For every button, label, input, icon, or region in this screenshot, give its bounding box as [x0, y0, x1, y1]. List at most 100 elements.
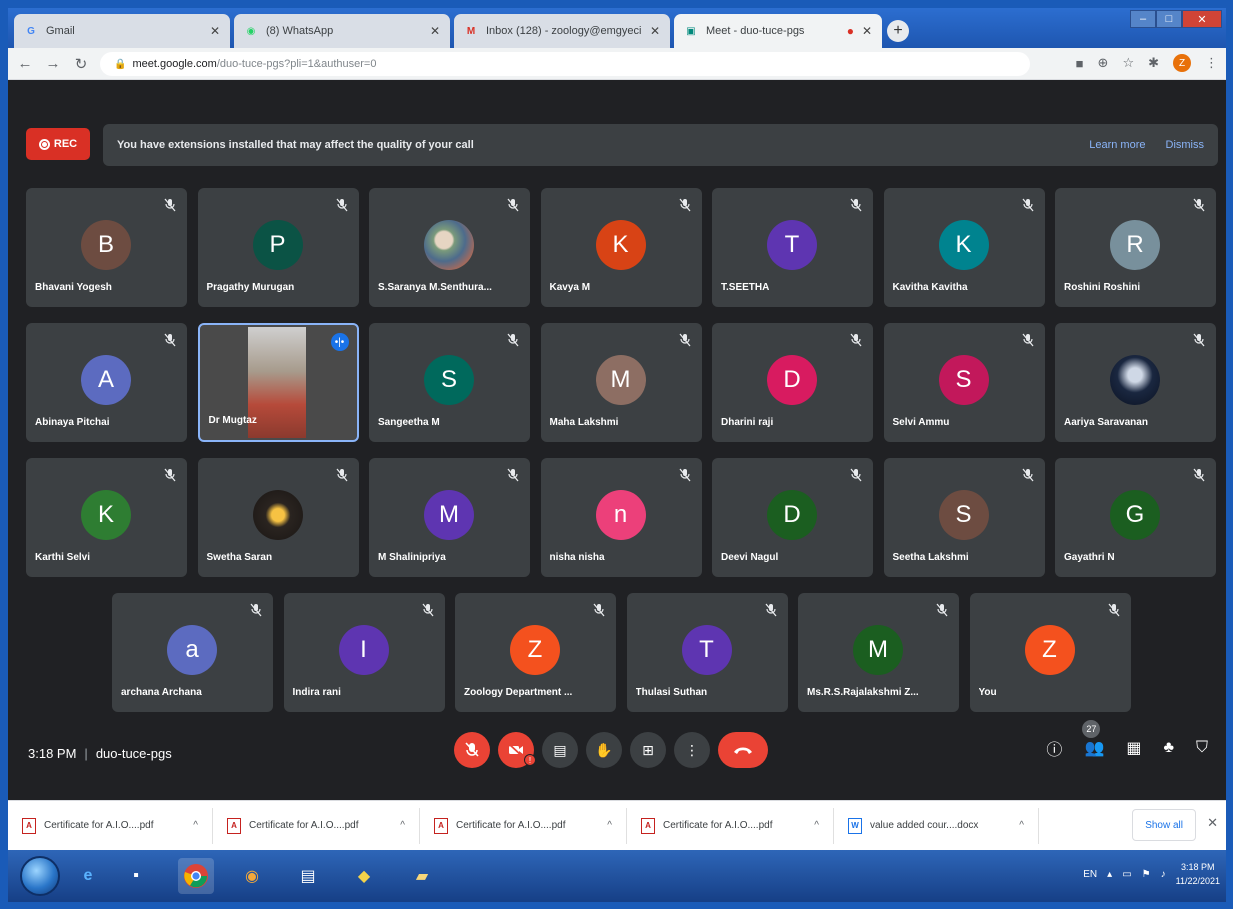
participant-tile[interactable]: M Ms.R.S.Rajalakshmi Z...: [798, 593, 959, 712]
captions-button[interactable]: ▤: [542, 732, 578, 768]
show-all-button[interactable]: Show all: [1132, 809, 1196, 841]
chrome-taskbar-icon[interactable]: [178, 858, 214, 894]
new-tab-button[interactable]: +: [887, 20, 909, 42]
participant-tile[interactable]: Aariya Saravanan: [1055, 323, 1216, 442]
profile-avatar[interactable]: Z: [1173, 54, 1191, 72]
back-icon[interactable]: ←: [14, 53, 36, 75]
pdf-file-icon: A: [22, 817, 36, 834]
participant-tile[interactable]: n nisha nisha: [540, 458, 702, 577]
minimize-button[interactable]: –: [1130, 10, 1156, 28]
window-close-button[interactable]: ✕: [1182, 10, 1222, 28]
participant-tile[interactable]: S Selvi Ammu: [883, 323, 1045, 442]
participant-tile[interactable]: M Maha Lakshmi: [540, 323, 702, 442]
participant-tile[interactable]: A Abinaya Pitchai: [26, 323, 187, 442]
close-icon[interactable]: ✕: [650, 24, 660, 38]
participant-tile[interactable]: D Deevi Nagul: [712, 458, 873, 577]
paint-icon[interactable]: ◆: [346, 858, 382, 894]
close-icon[interactable]: ✕: [210, 24, 220, 38]
internet-explorer-icon[interactable]: e: [70, 858, 106, 894]
camera-toggle-button[interactable]: !: [498, 732, 536, 768]
participant-tile[interactable]: K Karthi Selvi: [26, 458, 187, 577]
participant-tile[interactable]: T T.SEETHA: [712, 188, 873, 307]
participant-tile[interactable]: M M Shalinipriya: [369, 458, 530, 577]
participant-tile[interactable]: a archana Archana: [112, 593, 273, 712]
tab-gmail[interactable]: G Gmail ✕: [14, 14, 230, 48]
participant-avatar: S: [424, 355, 474, 405]
clock[interactable]: 3:18 PM 11/22/2021: [1176, 860, 1220, 888]
tray-arrow-icon[interactable]: ▴: [1107, 869, 1112, 880]
file-manager-icon[interactable]: ▪: [118, 858, 154, 894]
participant-tile[interactable]: T Thulasi Suthan: [626, 593, 788, 712]
maximize-button[interactable]: □: [1156, 10, 1182, 28]
window-controls: – □ ✕: [1130, 10, 1222, 28]
menu-icon[interactable]: ⋮: [1205, 55, 1218, 71]
participant-tile[interactable]: S Seetha Lakshmi: [883, 458, 1045, 577]
cast-icon[interactable]: ⊕: [1098, 55, 1109, 71]
chevron-up-icon[interactable]: ^: [1019, 820, 1024, 831]
extensions-icon[interactable]: ✱: [1148, 55, 1159, 71]
more-options-button[interactable]: ⋮: [674, 732, 710, 768]
chevron-up-icon[interactable]: ^: [814, 820, 819, 831]
download-item[interactable]: A Certificate for A.I.O....pdf ^: [213, 807, 420, 844]
participant-avatar: [424, 220, 474, 270]
close-icon[interactable]: ✕: [430, 24, 440, 38]
start-button[interactable]: [20, 856, 60, 896]
close-shelf-icon[interactable]: ✕: [1207, 815, 1218, 831]
bookmark-star-icon[interactable]: ☆: [1122, 55, 1134, 71]
activities-icon[interactable]: ♣: [1163, 739, 1174, 757]
mic-muted-icon: [1021, 198, 1035, 212]
clock-date: 11/22/2021: [1175, 876, 1220, 886]
participant-tile[interactable]: R Roshini Roshini: [1055, 188, 1216, 307]
learn-more-link[interactable]: Learn more: [1089, 139, 1145, 151]
present-button[interactable]: ⊞: [630, 732, 666, 768]
info-icon[interactable]: ⓘ: [1046, 736, 1062, 760]
folder-icon[interactable]: ▰: [404, 858, 440, 894]
participant-tile[interactable]: K Kavya M: [540, 188, 702, 307]
chevron-up-icon[interactable]: ^: [400, 820, 405, 831]
participant-tile[interactable]: Z Zoology Department ...: [455, 593, 616, 712]
download-item[interactable]: A Certificate for A.I.O....pdf ^: [8, 807, 213, 844]
present-icon: ⊞: [642, 741, 654, 758]
raise-hand-button[interactable]: ✋: [586, 732, 622, 768]
tab-meet[interactable]: ▣ Meet - duo-tuce-pgs ● ✕: [674, 14, 882, 48]
address-bar-row: ← → ↻ 🔒 meet.google.com /duo-tuce-pgs?pl…: [8, 48, 1226, 80]
network-icon[interactable]: ▭: [1122, 869, 1131, 880]
url-field[interactable]: 🔒 meet.google.com /duo-tuce-pgs?pli=1&au…: [100, 52, 1030, 76]
download-item[interactable]: A Certificate for A.I.O....pdf ^: [420, 807, 627, 844]
flag-icon[interactable]: ⚑: [1142, 869, 1151, 880]
download-item[interactable]: Wvalue added cour....docx ^: [834, 807, 1039, 844]
participant-tile[interactable]: G Gayathri N: [1055, 458, 1216, 577]
participant-tile[interactable]: Swetha Saran: [197, 458, 359, 577]
participant-tile[interactable]: B Bhavani Yogesh: [26, 188, 187, 307]
download-item[interactable]: A Certificate for A.I.O....pdf ^: [627, 807, 834, 844]
tab-title: Meet - duo-tuce-pgs: [706, 25, 805, 37]
tab-whatsapp[interactable]: ◉ (8) WhatsApp ✕: [234, 14, 450, 48]
participant-tile[interactable]: P Pragathy Murugan: [197, 188, 359, 307]
forward-icon[interactable]: →: [42, 53, 64, 75]
camera-icon[interactable]: ■: [1076, 56, 1084, 71]
participant-tile[interactable]: K Kavitha Kavitha: [883, 188, 1045, 307]
dismiss-button[interactable]: Dismiss: [1166, 139, 1205, 151]
close-icon[interactable]: ✕: [862, 24, 872, 38]
pdf-file-icon: A: [434, 817, 448, 834]
tab-inbox[interactable]: M Inbox (128) - zoology@emgyeci ✕: [454, 14, 670, 48]
participant-tile[interactable]: S Sangeetha M: [369, 323, 530, 442]
word-icon[interactable]: ▤: [290, 858, 326, 894]
participant-tile[interactable]: S.Saranya M.Senthura...: [369, 188, 530, 307]
media-player-icon[interactable]: ◉: [234, 858, 270, 894]
mic-toggle-button[interactable]: [454, 732, 490, 768]
reload-icon[interactable]: ↻: [70, 53, 92, 75]
language-indicator[interactable]: EN: [1083, 869, 1097, 880]
participant-avatar: P: [252, 220, 303, 270]
participant-tile[interactable]: •|• Dr Mugtaz: [197, 323, 359, 442]
chevron-up-icon[interactable]: ^: [607, 820, 612, 831]
people-button[interactable]: 27 👥: [1082, 720, 1104, 758]
participant-tile[interactable]: Z You: [969, 593, 1131, 712]
participant-tile[interactable]: I Indira rani: [283, 593, 445, 712]
leave-call-button[interactable]: [718, 732, 768, 768]
chevron-up-icon[interactable]: ^: [193, 820, 198, 831]
volume-icon[interactable]: ♪: [1161, 869, 1166, 880]
chat-icon[interactable]: ▦: [1126, 738, 1141, 758]
host-controls-icon[interactable]: ⛉: [1196, 739, 1208, 757]
participant-tile[interactable]: D Dharini raji: [712, 323, 873, 442]
